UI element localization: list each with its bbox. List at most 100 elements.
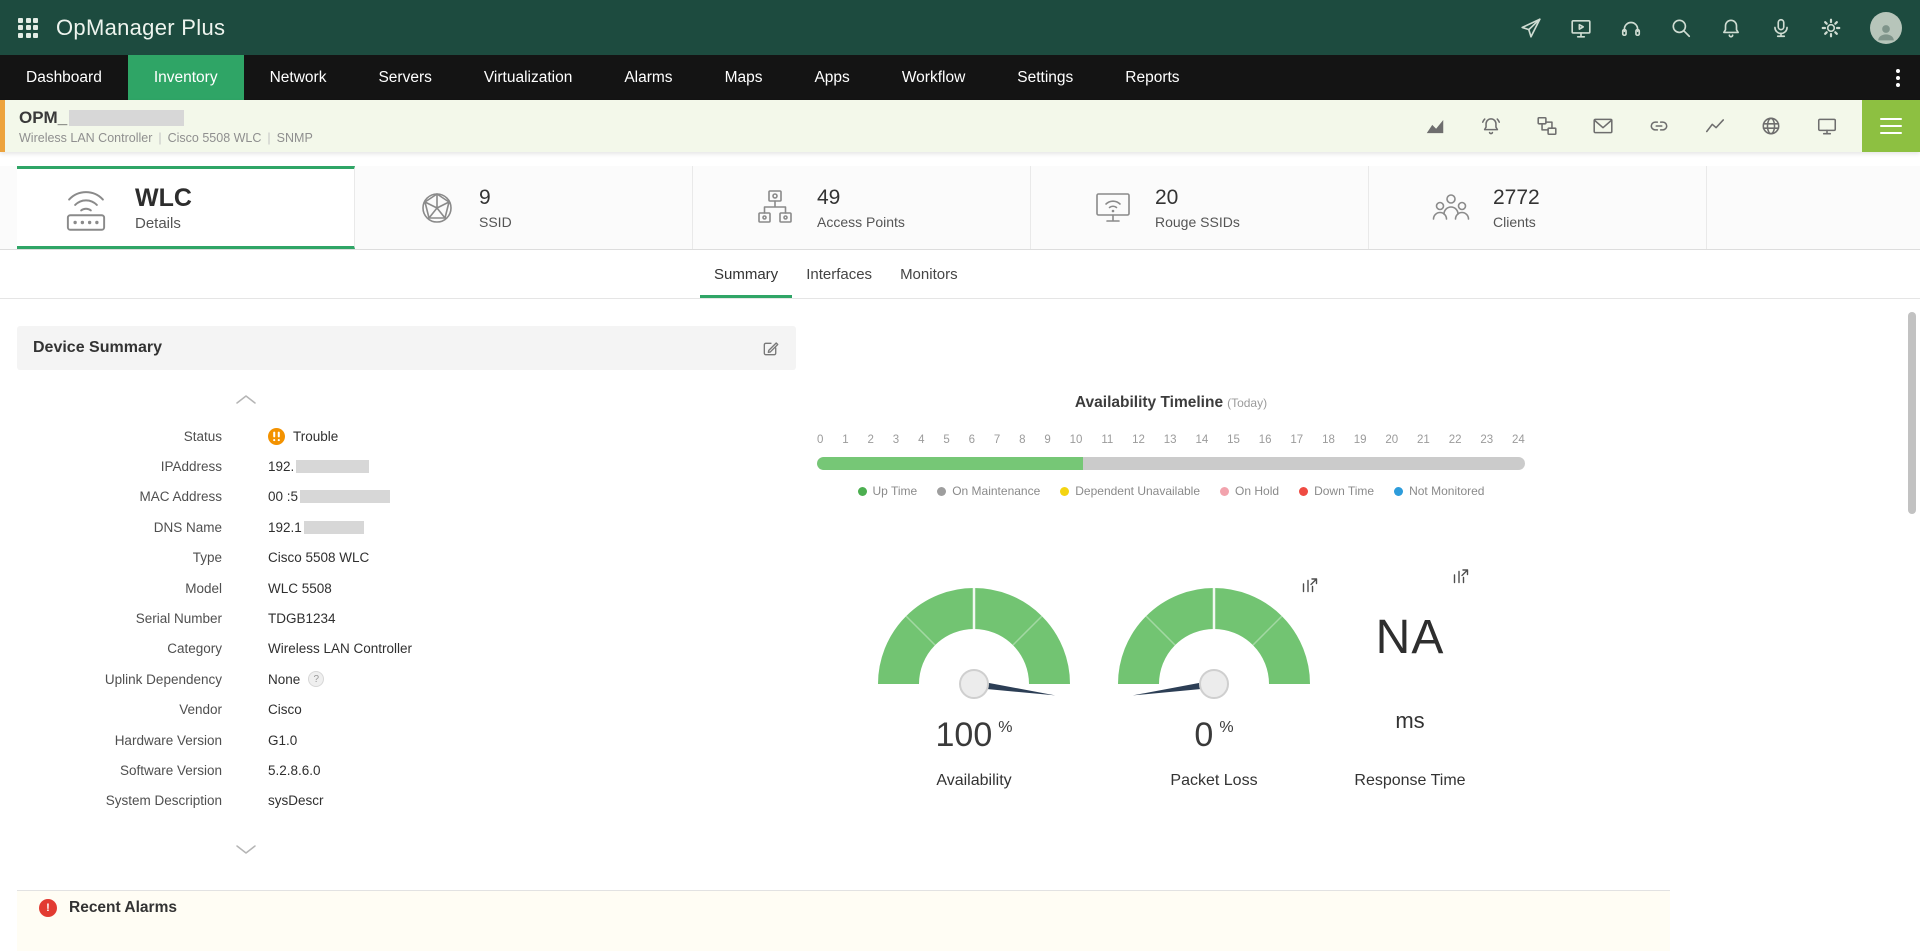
timeline-bar <box>817 457 1525 470</box>
summary-cards-row: WLC Details 9 SSID 49 Access Points 20 R… <box>0 166 1920 250</box>
nav-virtualization[interactable]: Virtualization <box>458 55 598 100</box>
subtab-monitors[interactable]: Monitors <box>886 250 972 298</box>
device-summary-fields: Status Trouble IPAddress 192. MAC Addres… <box>17 421 796 816</box>
uplink-value: None <box>268 672 300 687</box>
hour-label: 9 <box>1044 434 1050 446</box>
hour-label: 0 <box>817 434 823 446</box>
field-software-version: Software Version 5.2.8.6.0 <box>17 755 796 785</box>
main-nav: Dashboard Inventory Network Servers Virt… <box>0 55 1920 100</box>
device-type: Cisco 5508 WLC <box>168 131 262 145</box>
device-protocol: SNMP <box>277 131 313 145</box>
performance-graph-icon[interactable] <box>1424 115 1446 137</box>
availability-timeline: Availability Timeline(Today) 01234567891… <box>817 394 1525 498</box>
tab-wlc-details[interactable]: WLC Details <box>17 166 355 249</box>
topology-compare-icon[interactable] <box>1536 115 1558 137</box>
field-serial-number: Serial Number TDGB1234 <box>17 603 796 633</box>
legend-dot <box>1060 487 1069 496</box>
hour-label: 16 <box>1259 434 1272 446</box>
nav-dashboard[interactable]: Dashboard <box>0 55 128 100</box>
nav-maps[interactable]: Maps <box>699 55 789 100</box>
nav-overflow-kebab-icon[interactable] <box>1890 55 1906 100</box>
tab-clients[interactable]: 2772 Clients <box>1369 166 1707 249</box>
alarm-notify-icon[interactable] <box>1480 115 1502 137</box>
cards-row-filler <box>1707 166 1920 249</box>
help-badge[interactable]: ? <box>308 671 324 687</box>
hour-label: 15 <box>1227 434 1240 446</box>
field-dns-name: DNS Name 192.1 <box>17 512 796 542</box>
tab-rouge-ssids[interactable]: 20 Rouge SSIDs <box>1031 166 1369 249</box>
redacted-mac <box>300 490 390 503</box>
hour-label: 10 <box>1070 434 1083 446</box>
scroll-down-chevron-icon[interactable] <box>235 842 257 853</box>
apps-grid-icon[interactable] <box>18 18 38 38</box>
device-menu-button[interactable] <box>1862 100 1920 152</box>
legend-dot <box>1394 487 1403 496</box>
nav-inventory[interactable]: Inventory <box>128 55 244 100</box>
status-value: Trouble <box>293 429 338 444</box>
ssid-label: SSID <box>479 214 512 230</box>
card-wlc-title: WLC <box>135 184 192 213</box>
nav-network[interactable]: Network <box>244 55 353 100</box>
dependency-link-icon[interactable] <box>1648 115 1670 137</box>
device-summary-title: Device Summary <box>33 339 162 357</box>
field-hardware-version: Hardware Version G1.0 <box>17 725 796 755</box>
category-value: Wireless LAN Controller <box>268 641 412 656</box>
scroll-up-chevron-icon[interactable] <box>235 392 257 403</box>
field-vendor: Vendor Cisco <box>17 695 796 725</box>
nav-reports[interactable]: Reports <box>1099 55 1205 100</box>
nav-workflow[interactable]: Workflow <box>876 55 991 100</box>
vertical-scrollbar-thumb[interactable] <box>1908 312 1916 514</box>
timeline-legend: Up TimeOn MaintenanceDependent Unavailab… <box>817 484 1525 498</box>
nav-apps[interactable]: Apps <box>788 55 875 100</box>
tab-access-points[interactable]: 49 Access Points <box>693 166 1031 249</box>
model-value: WLC 5508 <box>268 581 332 596</box>
device-name: OPM_ <box>19 108 67 128</box>
search-icon[interactable] <box>1670 17 1692 39</box>
device-summary-header: Device Summary <box>17 326 796 370</box>
access-point-icon <box>753 186 797 230</box>
web-globe-icon[interactable] <box>1760 115 1782 137</box>
hour-label: 14 <box>1195 434 1208 446</box>
email-icon[interactable] <box>1592 115 1614 137</box>
headset-icon[interactable] <box>1620 17 1642 39</box>
trend-graph-icon[interactable] <box>1704 115 1726 137</box>
export-report-icon[interactable] <box>1451 566 1471 586</box>
hour-label: 13 <box>1164 434 1177 446</box>
device-header: OPM_ Wireless LAN Controller|Cisco 5508 … <box>0 100 1920 152</box>
notifications-bell-icon[interactable] <box>1720 17 1742 39</box>
remote-terminal-icon[interactable] <box>1816 115 1838 137</box>
alarm-severity-icon: ! <box>39 899 57 917</box>
hour-label: 8 <box>1019 434 1025 446</box>
subtab-interfaces[interactable]: Interfaces <box>792 250 886 298</box>
recent-alarms-title: Recent Alarms <box>69 899 177 917</box>
device-actions <box>1424 115 1838 137</box>
timeline-hours: 0123456789101112131415161718192021222324 <box>817 434 1525 446</box>
mac-value: 00 :5 <box>268 489 298 504</box>
hour-label: 17 <box>1290 434 1303 446</box>
field-type: Type Cisco 5508 WLC <box>17 543 796 573</box>
device-category: Wireless LAN Controller <box>19 131 152 145</box>
clients-group-icon <box>1429 186 1473 230</box>
legend-item: Up Time <box>858 484 918 498</box>
legend-dot <box>937 487 946 496</box>
microphone-icon[interactable] <box>1770 17 1792 39</box>
hour-label: 1 <box>842 434 848 446</box>
edit-icon[interactable] <box>761 339 780 358</box>
launch-icon[interactable] <box>1520 17 1542 39</box>
user-avatar[interactable] <box>1870 12 1902 44</box>
nav-servers[interactable]: Servers <box>352 55 457 100</box>
settings-gear-icon[interactable] <box>1820 17 1842 39</box>
nav-alarms[interactable]: Alarms <box>598 55 698 100</box>
hour-label: 2 <box>868 434 874 446</box>
screen-share-icon[interactable] <box>1570 17 1592 39</box>
gauge-hub <box>959 669 989 699</box>
response-time-label: Response Time <box>1310 772 1510 790</box>
software-version-value: 5.2.8.6.0 <box>268 763 321 778</box>
export-report-icon[interactable] <box>1300 575 1320 595</box>
nav-settings[interactable]: Settings <box>991 55 1099 100</box>
tab-ssid[interactable]: 9 SSID <box>355 166 693 249</box>
hour-label: 21 <box>1417 434 1430 446</box>
vendor-value: Cisco <box>268 702 302 717</box>
monitor-wifi-icon <box>1091 186 1135 230</box>
subtab-summary[interactable]: Summary <box>700 250 792 298</box>
